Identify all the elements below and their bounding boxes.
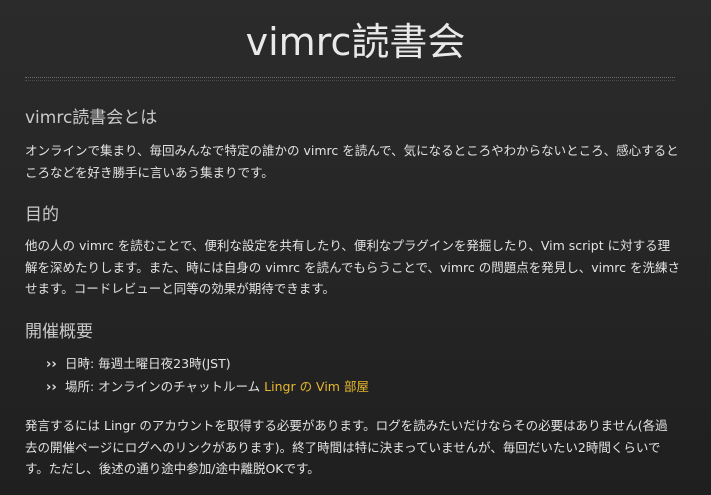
overview-list: ›› 日時: 毎週土曜日夜23時(JST) ›› 場所: オンラインのチャットルーム… (46, 353, 369, 398)
list-item-location: ›› 場所: オンラインのチャットルーム Lingr の Vim 部屋 (46, 376, 369, 399)
lingr-vim-room-link[interactable]: Lingr の Vim 部屋 (264, 379, 369, 394)
section-heading-about: vimrc読書会とは (25, 108, 158, 128)
section-body-about: オンラインで集まり、毎回みんなで特定の誰かの vimrc を読んで、気になるとこ… (25, 143, 679, 180)
list-item-schedule: ›› 日時: 毎週土曜日夜23時(JST) (46, 353, 369, 376)
page-title: vimrc読書会 (245, 20, 466, 64)
section-body-overview-note: 発言するには Lingr のアカウントを取得する必要があります。ログを読みたいだ… (25, 418, 668, 476)
list-item-schedule-text: 日時: 毎週土曜日夜23時(JST) (65, 356, 231, 371)
title-divider (25, 77, 675, 78)
bullet-icon: ›› (46, 379, 57, 395)
section-heading-purpose: 目的 (25, 205, 59, 225)
title-divider-secondary (25, 80, 675, 81)
section-heading-overview: 開催概要 (25, 322, 93, 342)
list-item-location-prefix: 場所: オンラインのチャットルーム (65, 378, 265, 394)
bullet-icon: ›› (46, 357, 57, 372)
section-body-purpose: 他の人の vimrc を読むことで、便利な設定を共有したり、便利なプラグインを発… (25, 238, 680, 296)
page: vimrc読書会 vimrc読書会とは オンラインで集まり、毎回みんなで特定の誰… (0, 0, 711, 495)
